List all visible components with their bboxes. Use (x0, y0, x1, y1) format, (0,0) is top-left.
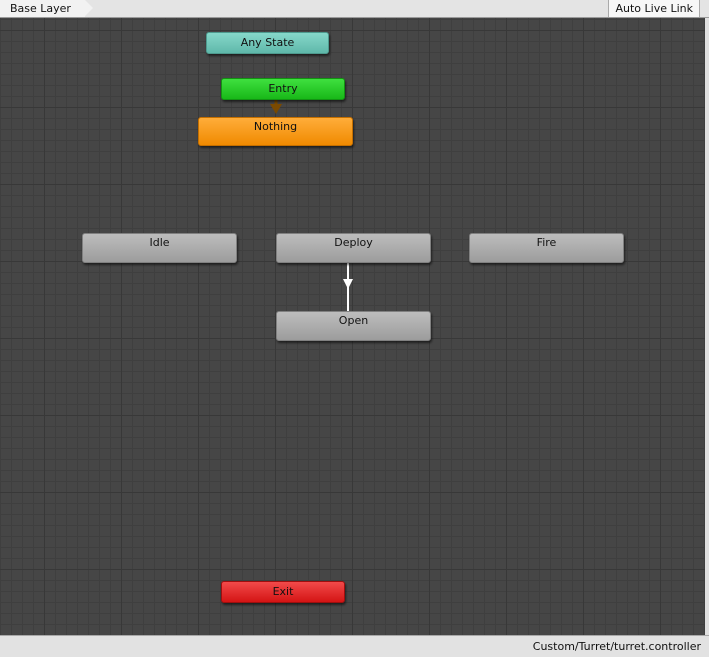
vertical-scrollbar[interactable] (705, 18, 709, 635)
state-nothing-default[interactable]: Nothing (198, 117, 353, 146)
animator-toolbar: Base Layer Auto Live Link (0, 0, 709, 18)
state-exit[interactable]: Exit (221, 581, 345, 603)
state-idle[interactable]: Idle (82, 233, 237, 263)
auto-live-link-button[interactable]: Auto Live Link (608, 0, 700, 17)
state-open[interactable]: Open (276, 311, 431, 341)
breadcrumb-base-layer[interactable]: Base Layer (0, 0, 93, 17)
state-any-state[interactable]: Any State (206, 32, 329, 54)
state-deploy[interactable]: Deploy (276, 233, 431, 263)
state-fire[interactable]: Fire (469, 233, 624, 263)
controller-path: Custom/Turret/turret.controller (532, 640, 701, 653)
animator-window: Base Layer Auto Live Link Any State Entr… (0, 0, 709, 657)
state-entry[interactable]: Entry (221, 78, 345, 100)
status-bar: Custom/Turret/turret.controller (0, 635, 709, 657)
